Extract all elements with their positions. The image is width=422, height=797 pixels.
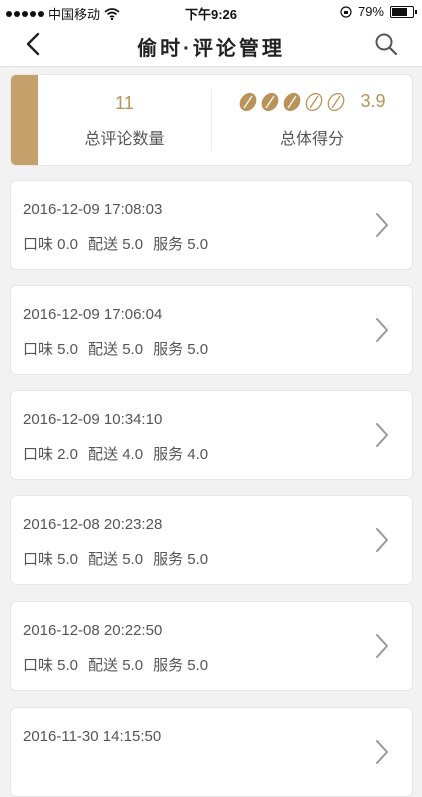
review-scores: 口味 2.0 配送 4.0 服务 4.0 xyxy=(23,443,208,464)
search-icon[interactable] xyxy=(372,30,400,58)
delivery-score: 配送 5.0 xyxy=(88,657,144,674)
rating-row: 3.9 xyxy=(212,91,412,112)
service-score: 服务 4.0 xyxy=(153,446,209,463)
battery-percent: 79% xyxy=(357,4,384,19)
rating-beans xyxy=(238,92,346,112)
review-scores: 口味 0.0 配送 5.0 服务 5.0 xyxy=(23,233,208,254)
overall-score: 3.9 xyxy=(360,91,386,111)
delivery-score: 配送 4.0 xyxy=(88,446,144,463)
total-count-section: 11 总评论数量 xyxy=(38,75,211,165)
taste-score: 口味 5.0 xyxy=(23,551,79,568)
taste-score: 口味 5.0 xyxy=(23,657,79,674)
battery-icon xyxy=(390,5,417,18)
review-card[interactable]: 2016-12-09 17:06:04 口味 5.0 配送 5.0 服务 5.0 xyxy=(10,285,413,375)
nav-bar: 偷时·评论管理 xyxy=(0,22,422,67)
page-title: 偷时·评论管理 xyxy=(137,38,285,60)
review-card[interactable]: 2016-12-08 20:23:28 口味 5.0 配送 5.0 服务 5.0 xyxy=(10,495,413,585)
overall-score-label: 总体得分 xyxy=(279,131,344,148)
chevron-right-icon[interactable] xyxy=(374,211,390,239)
review-datetime: 2016-12-09 17:06:04 xyxy=(23,306,163,323)
orientation-lock-icon xyxy=(340,5,352,18)
review-scores: 口味 5.0 配送 5.0 服务 5.0 xyxy=(23,338,208,359)
coffee-bean-filled-icon xyxy=(240,92,257,111)
review-card[interactable]: 2016-12-09 10:34:10 口味 2.0 配送 4.0 服务 4.0 xyxy=(10,390,413,480)
review-datetime: 2016-12-08 20:23:28 xyxy=(23,516,163,533)
review-datetime: 2016-12-08 20:22:50 xyxy=(23,622,163,639)
taste-score: 口味 2.0 xyxy=(23,446,79,463)
taste-score: 口味 5.0 xyxy=(23,341,79,358)
summary-card: 11 总评论数量 3.9 总体得分 xyxy=(10,74,413,166)
delivery-score: 配送 5.0 xyxy=(88,341,144,358)
chevron-right-icon[interactable] xyxy=(374,526,390,554)
service-score: 服务 5.0 xyxy=(153,341,209,358)
review-card[interactable]: 2016-12-08 20:22:50 口味 5.0 配送 5.0 服务 5.0 xyxy=(10,601,413,691)
review-datetime: 2016-11-30 14:15:50 xyxy=(23,728,162,745)
review-card[interactable]: 2016-11-30 14:15:50 xyxy=(10,707,413,797)
delivery-score: 配送 5.0 xyxy=(88,551,144,568)
review-datetime: 2016-12-09 17:08:03 xyxy=(23,201,163,218)
taste-score: 口味 0.0 xyxy=(23,236,79,253)
total-count-label: 总评论数量 xyxy=(84,131,165,148)
service-score: 服务 5.0 xyxy=(153,657,209,674)
summary-accent-bar xyxy=(11,75,38,165)
review-scores: 口味 5.0 配送 5.0 服务 5.0 xyxy=(23,548,208,569)
status-right: 79% xyxy=(340,4,417,19)
overall-score-section: 3.9 总体得分 xyxy=(212,75,412,165)
coffee-bean-empty-icon xyxy=(328,92,345,111)
delivery-score: 配送 5.0 xyxy=(88,236,144,253)
status-bar: 中国移动 下午9:26 79% xyxy=(0,0,422,22)
chevron-right-icon[interactable] xyxy=(374,632,390,660)
chevron-right-icon[interactable] xyxy=(374,316,390,344)
total-count: 11 xyxy=(115,93,134,113)
coffee-bean-filled-icon xyxy=(262,92,279,111)
coffee-bean-empty-icon xyxy=(306,92,323,111)
review-scores: 口味 5.0 配送 5.0 服务 5.0 xyxy=(23,654,208,675)
service-score: 服务 5.0 xyxy=(153,551,209,568)
chevron-right-icon[interactable] xyxy=(374,738,390,766)
chevron-right-icon[interactable] xyxy=(374,421,390,449)
coffee-bean-filled-icon xyxy=(284,92,301,111)
review-datetime: 2016-12-09 10:34:10 xyxy=(23,411,163,428)
review-card[interactable]: 2016-12-09 17:08:03 口味 0.0 配送 5.0 服务 5.0 xyxy=(10,180,413,270)
service-score: 服务 5.0 xyxy=(153,236,209,253)
